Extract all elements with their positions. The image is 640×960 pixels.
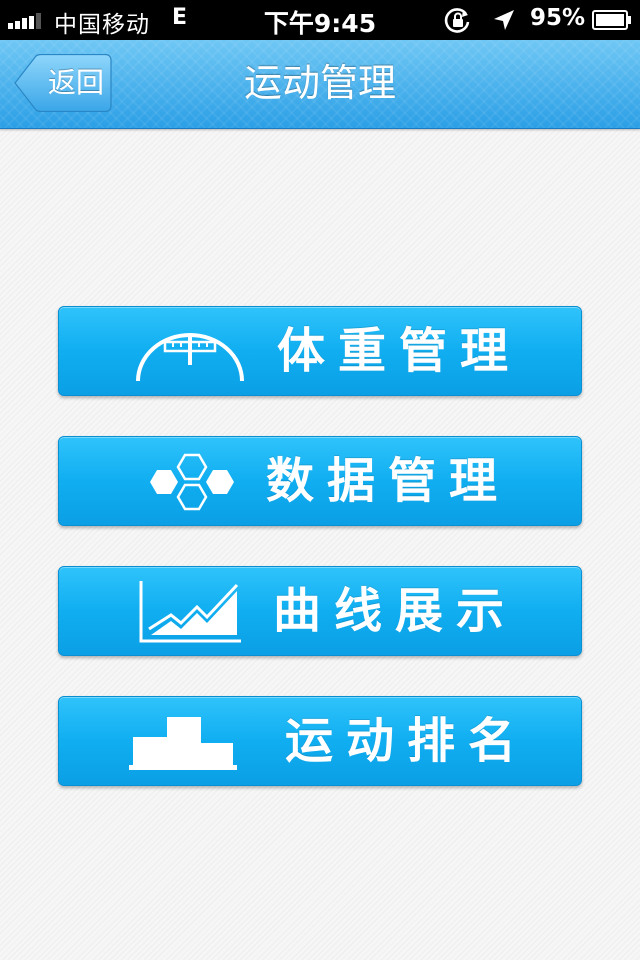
page-title: 运动管理	[243, 61, 396, 105]
network-type: E	[172, 5, 188, 30]
location-arrow-icon	[494, 10, 514, 30]
data-management-label: 数据管理	[266, 453, 511, 509]
hexagons-icon	[150, 453, 234, 511]
weight-management-label: 体重管理	[277, 323, 522, 379]
navigation-bar: 返回 运动管理	[0, 40, 640, 129]
signal-strength-icon	[8, 13, 41, 29]
exercise-ranking-button[interactable]: 运动排名	[58, 696, 582, 786]
rotation-lock-icon	[444, 8, 470, 33]
weight-scale-icon	[136, 333, 244, 382]
battery-icon	[592, 10, 631, 30]
status-bar: 中国移动 E 下午9:45 95%	[0, 0, 640, 40]
data-management-button[interactable]: 数据管理	[58, 436, 582, 526]
curve-display-label: 曲线展示	[273, 583, 518, 639]
curve-display-button[interactable]: 曲线展示	[58, 566, 582, 656]
carrier-name: 中国移动	[54, 12, 150, 38]
battery-percentage: 95%	[530, 5, 586, 31]
exercise-ranking-label: 运动排名	[285, 713, 530, 769]
line-chart-icon	[139, 581, 241, 643]
weight-management-button[interactable]: 体重管理	[58, 306, 582, 396]
podium-icon	[129, 717, 237, 770]
